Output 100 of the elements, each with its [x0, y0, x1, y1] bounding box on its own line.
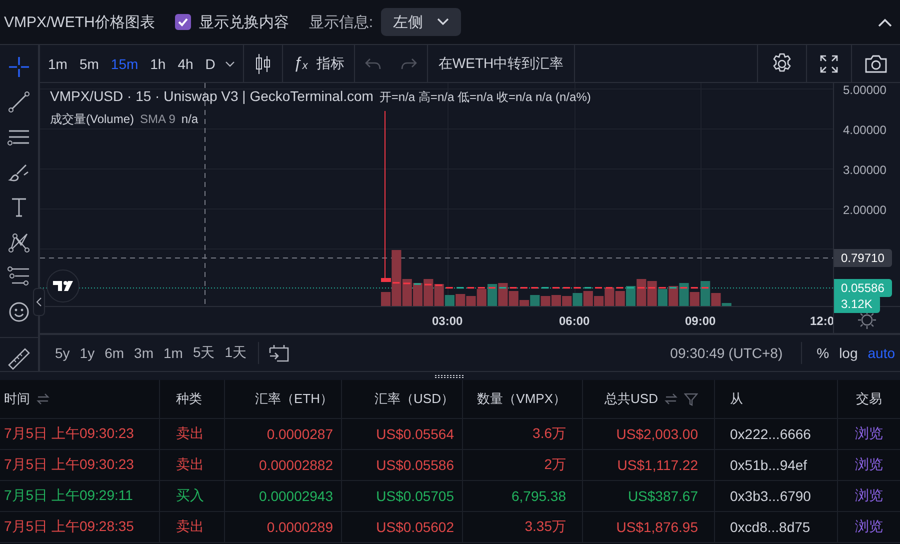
- convert-button[interactable]: 在WETH中转到汇率: [428, 45, 574, 82]
- trend-line-icon[interactable]: [7, 90, 31, 114]
- caret-icon[interactable]: [225, 60, 236, 66]
- time-tick: 06:00: [559, 314, 590, 328]
- chart-title: VMPX/WETH价格图表: [4, 12, 155, 32]
- view-link[interactable]: 浏览: [855, 425, 883, 443]
- volume-value: n/a: [181, 112, 198, 126]
- range-button[interactable]: 3m: [129, 345, 158, 361]
- table-cell: 7月5日 上午09:29:11: [4, 487, 133, 505]
- table-cell: 7月5日 上午09:28:35: [4, 518, 134, 536]
- chevron-up-icon[interactable]: [878, 18, 892, 26]
- column-title: 交易: [856, 390, 882, 408]
- table-cell: US$0.05602: [376, 519, 454, 535]
- column-title: 总共USD: [604, 390, 658, 408]
- volume-bar: [551, 295, 561, 306]
- volume-bar: [668, 286, 678, 306]
- range-button[interactable]: 5y: [50, 345, 75, 361]
- table-cell: 卖出: [176, 518, 204, 536]
- interval-tab[interactable]: 15m: [104, 45, 144, 82]
- resize-grip-icon[interactable]: [435, 374, 465, 378]
- collapse-handle[interactable]: [33, 288, 45, 316]
- table-cell: 卖出: [176, 456, 204, 474]
- time-tick: 03:00: [432, 314, 463, 328]
- column-title: 汇率（ETH）: [255, 390, 333, 408]
- table-cell: 卖出: [176, 425, 204, 443]
- price-tick: 5.00000: [843, 83, 886, 97]
- table-cell: US$0.05564: [376, 426, 454, 442]
- clock: 09:30:49 (UTC+8): [670, 345, 783, 361]
- volume-bar: [456, 294, 466, 306]
- range-button[interactable]: 1m: [158, 345, 188, 361]
- view-link[interactable]: 浏览: [855, 518, 883, 536]
- checkbox[interactable]: [174, 14, 191, 30]
- info-dropdown[interactable]: 左侧: [381, 8, 462, 36]
- scale-toggle[interactable]: auto: [862, 345, 900, 361]
- logo-icon: [46, 269, 80, 303]
- smiley-icon[interactable]: [7, 300, 31, 324]
- price-tick: 2.00000: [843, 203, 886, 217]
- volume-bar: [424, 279, 434, 306]
- volume-bar: [572, 293, 582, 306]
- table-cell: 买入: [176, 487, 204, 505]
- camera-icon[interactable]: [865, 54, 887, 72]
- table-cell: 2万: [544, 456, 566, 474]
- table-cell: 0.00002943: [259, 488, 333, 504]
- column-title: 从: [730, 390, 743, 408]
- price-tick: 3.00000: [843, 163, 886, 177]
- range-button[interactable]: 6m: [100, 345, 130, 361]
- column-title: 汇率（USD）: [374, 390, 454, 408]
- sort-icon[interactable]: [36, 393, 50, 405]
- volume-bar: [540, 296, 550, 306]
- fullscreen-icon[interactable]: [820, 54, 838, 72]
- view-link[interactable]: 浏览: [855, 456, 883, 474]
- column-title: 数量（VMPX）: [477, 390, 566, 408]
- column-title: 时间: [4, 390, 30, 408]
- price-label: 0.05586: [834, 279, 892, 297]
- ohlc-values: 开=n/a 高=n/a 低=n/a 收=n/a n/a (n/a%): [379, 89, 591, 106]
- scale-toggle[interactable]: log: [834, 345, 863, 361]
- volume-bar: [562, 296, 572, 306]
- interval-tab[interactable]: 1h: [144, 45, 172, 82]
- volume-bar: [636, 279, 646, 306]
- range-button[interactable]: 1天: [220, 344, 252, 362]
- volume-bar: [626, 286, 636, 306]
- ruler-icon[interactable]: [7, 347, 31, 371]
- table-cell: 0x3b3...6790: [730, 488, 811, 504]
- time-tick: 09:00: [685, 314, 716, 328]
- sma-label: SMA 9: [140, 112, 176, 126]
- indicators-button[interactable]: ƒₓ 指标: [283, 45, 354, 82]
- table-cell: US$0.05705: [376, 488, 454, 504]
- volume-bar: [615, 291, 625, 306]
- scale-toggle[interactable]: %: [812, 345, 834, 361]
- table-cell: 0xcd8...8d75: [730, 519, 810, 535]
- symbol-legend: VMPX/USD · 15 · Uniswap V3 | GeckoTerminal.com: [50, 88, 374, 104]
- table-cell: 3.35万: [524, 518, 566, 536]
- table-cell: US$1,117.22: [617, 457, 698, 473]
- interval-tab[interactable]: 4h: [172, 45, 200, 82]
- checkbox-label: 显示兑换内容: [198, 12, 289, 32]
- price-tick: 4.00000: [843, 123, 886, 137]
- interval-tab[interactable]: 1m: [42, 45, 74, 82]
- candles-icon[interactable]: [254, 52, 272, 74]
- volume-bar: [412, 283, 423, 306]
- table-cell: US$387.67: [628, 488, 698, 504]
- range-button[interactable]: 1y: [74, 345, 100, 361]
- interval-tab[interactable]: D: [199, 45, 222, 82]
- table-cell: 3.6万: [532, 425, 566, 443]
- table-cell: 0.0000287: [266, 426, 333, 442]
- volume-legend: 成交量(Volume): [50, 111, 134, 128]
- column-title: 种类: [176, 390, 202, 408]
- interval-tab[interactable]: 5m: [73, 45, 105, 82]
- sort-icon[interactable]: [664, 393, 678, 405]
- filter-icon[interactable]: [684, 392, 698, 406]
- check-icon: [176, 16, 189, 28]
- go-to-date-icon[interactable]: [268, 344, 289, 362]
- range-button[interactable]: 5天: [188, 344, 220, 362]
- crosshair-icon[interactable]: [7, 55, 31, 79]
- volume-bar: [488, 284, 498, 306]
- table-cell: US$1,876.95: [616, 519, 698, 535]
- table-cell: 7月5日 上午09:30:23: [4, 456, 134, 474]
- table-cell: 6,795.38: [512, 488, 566, 504]
- view-link[interactable]: 浏览: [855, 487, 883, 505]
- table-cell: 0x222...6666: [730, 426, 811, 442]
- table-cell: 0.0000289: [266, 519, 333, 535]
